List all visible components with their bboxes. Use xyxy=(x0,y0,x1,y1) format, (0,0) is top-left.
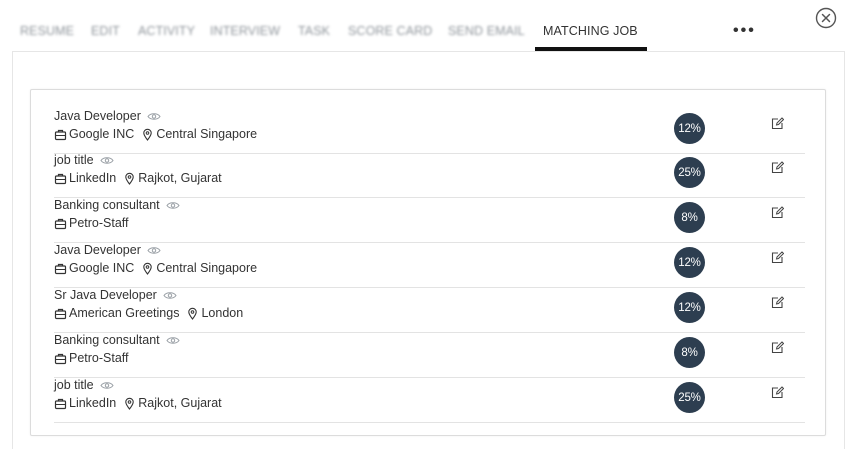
match-percent-badge: 8% xyxy=(674,202,705,233)
match-percent-badge: 25% xyxy=(674,382,705,413)
job-meta: Petro-Staff xyxy=(54,351,129,365)
map-pin-icon xyxy=(125,172,135,185)
tab-matching-job[interactable]: MATCHING JOB xyxy=(543,24,638,38)
location-name: Central Singapore xyxy=(156,127,258,141)
location: London xyxy=(186,306,243,320)
location: Central Singapore xyxy=(141,127,257,141)
job-row: Banking consultant Petro-Staff 8% xyxy=(54,333,805,378)
briefcase-icon xyxy=(54,398,67,409)
company-name: Petro-Staff xyxy=(69,351,129,365)
edit-icon[interactable] xyxy=(771,296,784,309)
job-row: job title LinkedIn Rajkot, Gujarat 25% xyxy=(54,153,805,198)
eye-icon[interactable] xyxy=(163,291,177,300)
job-title[interactable]: Java Developer xyxy=(54,109,141,123)
eye-icon[interactable] xyxy=(147,246,161,255)
job-title[interactable]: Banking consultant xyxy=(54,333,160,347)
company-name: LinkedIn xyxy=(69,396,117,410)
map-pin-icon xyxy=(143,128,153,141)
job-title-line: job title xyxy=(54,153,114,167)
more-tabs-button[interactable]: ••• xyxy=(733,22,756,40)
job-title-line: Java Developer xyxy=(54,109,161,123)
tab-bar: RESUME EDIT ACTIVITY INTERVIEW TASK SCOR… xyxy=(0,0,847,52)
job-row: job title LinkedIn Rajkot, Gujarat 25% xyxy=(54,378,805,423)
company-name: Google INC xyxy=(69,127,135,141)
company-name: Petro-Staff xyxy=(69,216,129,230)
job-title-line: Java Developer xyxy=(54,243,161,257)
briefcase-icon xyxy=(54,129,67,140)
job-title[interactable]: job title xyxy=(54,153,94,167)
job-meta: LinkedIn Rajkot, Gujarat xyxy=(54,396,222,410)
map-pin-icon xyxy=(188,307,198,320)
tab-edit[interactable]: EDIT xyxy=(91,24,120,38)
match-percent-badge: 8% xyxy=(674,337,705,368)
job-meta: LinkedIn Rajkot, Gujarat xyxy=(54,171,222,185)
edit-icon[interactable] xyxy=(771,386,784,399)
location-name: Rajkot, Gujarat xyxy=(138,171,222,185)
edit-icon[interactable] xyxy=(771,206,784,219)
company-name: American Greetings xyxy=(69,306,180,320)
job-row: Java Developer Google INC Central Singap… xyxy=(54,243,805,288)
eye-icon[interactable] xyxy=(100,156,114,165)
map-pin-icon xyxy=(143,262,153,275)
job-title[interactable]: job title xyxy=(54,378,94,392)
location: Rajkot, Gujarat xyxy=(123,171,222,185)
job-meta: Google INC Central Singapore xyxy=(54,127,257,141)
match-percent-badge: 12% xyxy=(674,247,705,278)
briefcase-icon xyxy=(54,173,67,184)
tab-score-card[interactable]: SCORE CARD xyxy=(348,24,432,38)
job-meta: Google INC Central Singapore xyxy=(54,261,257,275)
edit-icon[interactable] xyxy=(771,117,784,130)
location: Rajkot, Gujarat xyxy=(123,396,222,410)
briefcase-icon xyxy=(54,263,67,274)
eye-icon[interactable] xyxy=(100,381,114,390)
location-name: Rajkot, Gujarat xyxy=(138,396,222,410)
job-meta: Petro-Staff xyxy=(54,216,129,230)
job-meta: American Greetings London xyxy=(54,306,243,320)
tab-resume[interactable]: RESUME xyxy=(20,24,74,38)
match-percent-badge: 12% xyxy=(674,113,705,144)
job-title-line: Banking consultant xyxy=(54,333,180,347)
edit-icon[interactable] xyxy=(771,161,784,174)
job-row: Sr Java Developer American Greetings Lon… xyxy=(54,288,805,333)
job-title-line: Sr Java Developer xyxy=(54,288,177,302)
job-title[interactable]: Java Developer xyxy=(54,243,141,257)
eye-icon[interactable] xyxy=(147,112,161,121)
location-name: London xyxy=(201,306,244,320)
match-percent-badge: 12% xyxy=(674,292,705,323)
match-percent-badge: 25% xyxy=(674,157,705,188)
tab-activity[interactable]: ACTIVITY xyxy=(138,24,195,38)
close-circle-icon[interactable] xyxy=(815,7,837,29)
tab-interview[interactable]: INTERVIEW xyxy=(210,24,280,38)
location: Central Singapore xyxy=(141,261,257,275)
briefcase-icon xyxy=(54,218,67,229)
map-pin-icon xyxy=(125,397,135,410)
edit-icon[interactable] xyxy=(771,251,784,264)
briefcase-icon xyxy=(54,353,67,364)
location-name: Central Singapore xyxy=(156,261,258,275)
tab-send-email[interactable]: SEND EMAIL xyxy=(448,24,525,38)
job-title[interactable]: Sr Java Developer xyxy=(54,288,157,302)
eye-icon[interactable] xyxy=(166,336,180,345)
job-row: Banking consultant Petro-Staff 8% xyxy=(54,198,805,243)
job-title-line: Banking consultant xyxy=(54,198,180,212)
company-name: LinkedIn xyxy=(69,171,117,185)
company-name: Google INC xyxy=(69,261,135,275)
job-title[interactable]: Banking consultant xyxy=(54,198,160,212)
tab-task[interactable]: TASK xyxy=(298,24,330,38)
eye-icon[interactable] xyxy=(166,201,180,210)
job-title-line: job title xyxy=(54,378,114,392)
briefcase-icon xyxy=(54,308,67,319)
edit-icon[interactable] xyxy=(771,341,784,354)
job-row: Java Developer Google INC Central Singap… xyxy=(54,109,805,154)
